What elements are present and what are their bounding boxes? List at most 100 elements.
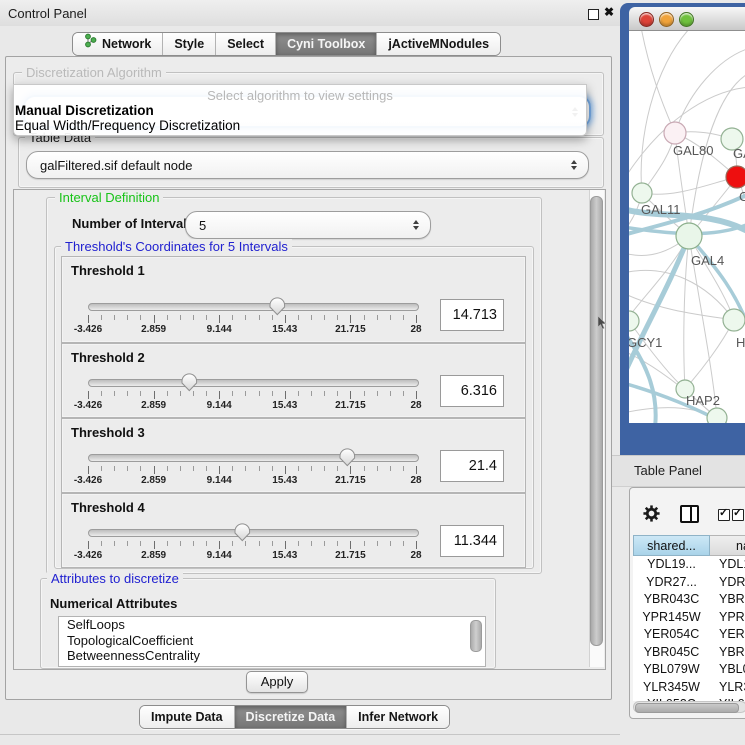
slider-thumb[interactable] [234, 523, 251, 542]
slider-thumb[interactable] [181, 373, 198, 392]
slider-tick [298, 391, 299, 396]
cell-shared-name[interactable]: YDL19... [633, 556, 710, 574]
table-row[interactable]: YBL079WYBL0 [633, 661, 745, 679]
slider-tick [298, 541, 299, 546]
network-canvas[interactable]: GAL80GACGAL11GAL4GCY1HHAP2 [629, 31, 745, 423]
cell-shared-name[interactable]: YBR045C [633, 644, 710, 662]
tab-infer-network[interactable]: Infer Network [347, 706, 449, 728]
main-scrollbar-thumb[interactable] [590, 196, 603, 646]
cell-name[interactable]: YDR2 [710, 574, 745, 592]
slider-track[interactable] [88, 454, 419, 462]
slider-thumb[interactable] [269, 297, 286, 316]
slider-tick [193, 541, 194, 546]
close-icon[interactable]: ✖ [604, 5, 614, 19]
table-row[interactable]: YDL19...YDL1 [633, 556, 745, 574]
network-window-frame[interactable]: GAL80GACGAL11GAL4GCY1HHAP2 [620, 3, 745, 455]
table-data-combo[interactable]: galFiltered.sif default node [26, 151, 589, 179]
num-intervals-combo[interactable]: 5 [185, 211, 431, 239]
app-root: Control Panel ✖ NetworkStyleSelectCyni T… [0, 0, 745, 745]
slider-track[interactable] [88, 379, 419, 387]
cell-name[interactable]: YBR0 [710, 591, 745, 609]
cell-name[interactable]: YER0 [710, 626, 745, 644]
tab-discretize-data[interactable]: Discretize Data [235, 706, 348, 728]
combo-arrows-icon[interactable] [413, 220, 419, 230]
threshold-value-field[interactable]: 11.344 [440, 525, 504, 557]
cell-shared-name[interactable]: YPR145W [633, 609, 710, 627]
tab-cyni-toolbox[interactable]: Cyni Toolbox [276, 33, 377, 55]
combo-arrows-icon[interactable] [571, 160, 577, 170]
network-edge [685, 320, 734, 389]
network-window-titlebar[interactable] [629, 7, 745, 31]
attribute-item-selfloops[interactable]: SelfLoops [59, 617, 485, 633]
zoom-traffic-light-icon[interactable] [679, 12, 694, 27]
node-bottom[interactable] [707, 408, 727, 423]
threshold-value-field[interactable]: 6.316 [440, 375, 504, 407]
cell-shared-name[interactable]: YBR043C [633, 591, 710, 609]
cell-shared-name[interactable]: YLR345W [633, 679, 710, 697]
threshold-value-field[interactable]: 21.4 [440, 450, 504, 482]
table-hscrollbar-track[interactable] [633, 701, 745, 713]
column-header-shared[interactable]: shared... [633, 535, 710, 556]
attribute-item-topologicalcoefficient[interactable]: TopologicalCoefficient [59, 633, 485, 649]
dropdown-item-equal-width-frequency-discretization[interactable]: Equal Width/Frequency Discretization [15, 118, 240, 133]
slider-tick [206, 391, 207, 396]
cell-shared-name[interactable]: YBL079W [633, 661, 710, 679]
tab-network[interactable]: Network [73, 33, 163, 55]
cell-shared-name[interactable]: YER054C [633, 626, 710, 644]
node-gal4[interactable] [676, 223, 702, 249]
cell-name[interactable]: YPR1 [710, 609, 745, 627]
slider-tick [180, 466, 181, 471]
attributes-list-scrollbar-thumb[interactable] [470, 620, 482, 652]
tab-style[interactable]: Style [163, 33, 216, 55]
slider-tick [364, 315, 365, 320]
cell-name[interactable]: YDL1 [710, 556, 745, 574]
slider-tick [285, 466, 286, 474]
slider-tick [311, 391, 312, 396]
cell-name[interactable]: YLR3 [710, 679, 745, 697]
attribute-item-betweennesscentrality[interactable]: BetweennessCentrality [59, 648, 485, 664]
slider-track[interactable] [88, 529, 419, 537]
node-gcy1[interactable] [629, 311, 639, 331]
column-header-name[interactable]: na [710, 535, 745, 556]
slider-thumb[interactable] [339, 448, 356, 467]
top-tab-bar: NetworkStyleSelectCyni ToolboxjActiveMNo… [72, 32, 501, 56]
slider-tick [364, 541, 365, 546]
apply-button[interactable]: Apply [246, 671, 308, 693]
minimize-traffic-light-icon[interactable] [659, 12, 674, 27]
tab-select[interactable]: Select [216, 33, 276, 55]
cell-name[interactable]: YBR0 [710, 644, 745, 662]
dropdown-item-manual-discretization[interactable]: Manual Discretization [15, 103, 154, 118]
slider-tick-label: 15.43 [255, 550, 315, 561]
table-sub-window: ✓ ✓ shared... na YDL19...YDL1YDR27...YDR… [629, 487, 745, 719]
slider-tick-label: 28 [386, 400, 446, 411]
gear-icon[interactable] [643, 505, 660, 522]
table-row[interactable]: YDR27...YDR2 [633, 574, 745, 592]
cell-shared-name[interactable]: YDR27... [633, 574, 710, 592]
table-row[interactable]: YBR045CYBR0 [633, 644, 745, 662]
slider-track[interactable] [88, 303, 419, 311]
node-gal11[interactable] [632, 183, 652, 203]
node-label-gcy1: GCY1 [629, 335, 662, 350]
table-row[interactable]: YER054CYER0 [633, 626, 745, 644]
node-gal80[interactable] [664, 122, 686, 144]
table-row[interactable]: YLR345WYLR3 [633, 679, 745, 697]
threshold-value-field[interactable]: 14.713 [440, 299, 504, 331]
table-hscrollbar-thumb[interactable] [635, 703, 739, 713]
tab-jactivemnodules[interactable]: jActiveMNodules [377, 33, 500, 55]
checkbox-icon[interactable]: ✓ [732, 509, 744, 521]
table-row[interactable]: YPR145WYPR1 [633, 609, 745, 627]
slider-tick-label: 21.715 [320, 324, 380, 335]
slider-tick [285, 541, 286, 549]
columns-icon[interactable] [680, 505, 699, 523]
slider-tick [140, 315, 141, 320]
node-h[interactable] [723, 309, 745, 331]
float-window-icon[interactable] [588, 9, 599, 20]
slider-tick [127, 541, 128, 546]
tab-impute-data[interactable]: Impute Data [140, 706, 235, 728]
table-row[interactable]: YBR043CYBR0 [633, 591, 745, 609]
cell-name[interactable]: YBL0 [710, 661, 745, 679]
checkbox-icon[interactable]: ✓ [718, 509, 730, 521]
slider-tick [206, 315, 207, 320]
close-traffic-light-icon[interactable] [639, 12, 654, 27]
node-selected-red[interactable] [726, 166, 745, 188]
